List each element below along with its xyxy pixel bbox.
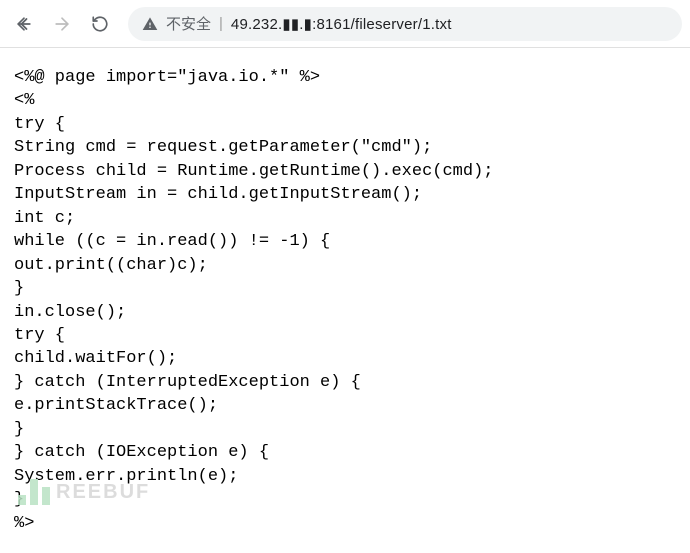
address-bar[interactable]: 不安全 | 49.232.▮▮.▮:8161/fileserver/1.txt [128, 7, 682, 41]
page-content-code: <%@ page import="java.io.*" %> <% try { … [0, 48, 690, 553]
url-text: 49.232.▮▮.▮:8161/fileserver/1.txt [231, 15, 452, 33]
back-button[interactable] [8, 8, 40, 40]
browser-toolbar: 不安全 | 49.232.▮▮.▮:8161/fileserver/1.txt [0, 0, 690, 48]
reload-button[interactable] [84, 8, 116, 40]
address-separator: | [219, 15, 223, 32]
not-secure-icon [142, 16, 158, 32]
forward-button[interactable] [46, 8, 78, 40]
security-label: 不安全 [166, 13, 211, 34]
